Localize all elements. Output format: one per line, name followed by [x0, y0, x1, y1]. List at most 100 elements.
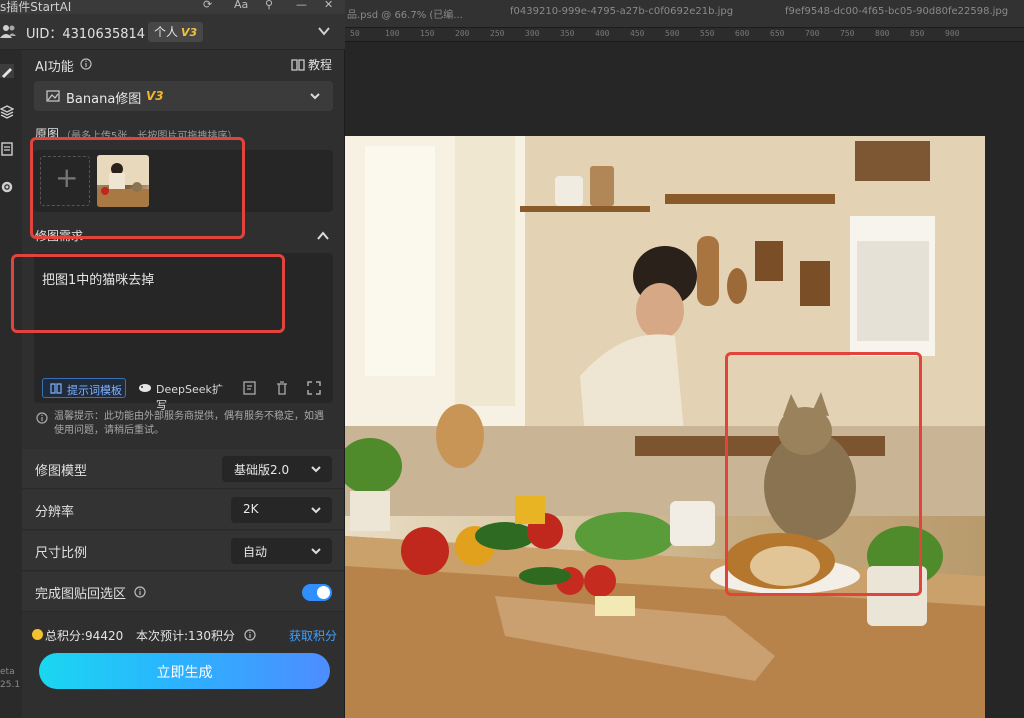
pin-icon[interactable]: ⚲: [265, 0, 273, 11]
points-total: 总积分:94420: [45, 629, 124, 643]
model-select[interactable]: 基础版2.0: [222, 456, 332, 482]
paste-back-toggle[interactable]: [302, 584, 332, 601]
chevron-down-icon: [311, 507, 321, 514]
points-bar: 总积分:94420 本次预计:130积分 获取积分: [22, 620, 344, 650]
get-points-link[interactable]: 获取积分: [289, 627, 337, 644]
request-label: 修图需求: [35, 229, 84, 243]
request-textarea[interactable]: 把图1中的猫咪去掉 提示词模板 DeepSeek扩写: [34, 253, 333, 412]
prompt-template-button[interactable]: 提示词模板: [42, 378, 126, 398]
plus-icon: +: [55, 161, 79, 194]
chevron-up-icon[interactable]: [317, 231, 329, 241]
edit-note-icon[interactable]: [242, 380, 258, 396]
image-icon: [46, 90, 60, 102]
resolution-label: 分辨率: [35, 505, 75, 520]
ruler-label: 150: [420, 29, 435, 38]
request-text: 把图1中的猫咪去掉: [42, 273, 155, 288]
ratio-select[interactable]: 自动: [231, 538, 332, 564]
sidebar: [0, 50, 22, 718]
trash-icon[interactable]: [274, 380, 290, 396]
ruler-label: 500: [665, 29, 680, 38]
book-icon: [291, 59, 305, 71]
ruler-label: 650: [770, 29, 785, 38]
panel-title: s插件StartAI: [0, 0, 72, 14]
version-line-1: eta: [0, 667, 15, 677]
function-name: Banana修图: [66, 92, 142, 107]
info-icon[interactable]: [134, 586, 146, 598]
add-image-button[interactable]: +: [40, 156, 90, 206]
plan-version: V3: [181, 26, 198, 39]
ruler-label: 400: [595, 29, 610, 38]
points-estimate: 本次预计:130积分: [136, 629, 235, 643]
tutorial-link[interactable]: 教程: [308, 56, 332, 73]
photoshop-workspace: 品.psd @ 66.7% (已编... f0439210-999e-4795-…: [345, 0, 1024, 718]
version-line-2: 25.1: [0, 680, 21, 690]
coin-icon: [32, 629, 43, 640]
notice-text: 温馨提示：此功能由外部服务商提供，偶有服务不稳定，如遇使用问题，请稍后重试。: [54, 411, 324, 436]
document-tabs: 品.psd @ 66.7% (已编... f0439210-999e-4795-…: [345, 0, 1024, 28]
template-book-icon: [50, 383, 62, 394]
ruler-label: 100: [385, 29, 400, 38]
info-icon: [36, 412, 48, 424]
ruler-label: 300: [525, 29, 540, 38]
images-label: 原图: [35, 127, 60, 141]
doc-tab-1[interactable]: 品.psd @ 66.7% (已编...: [347, 6, 463, 21]
doc-tab-2[interactable]: f0439210-999e-4795-a27b-c0f0692e21b.jpg: [510, 6, 733, 17]
chevron-down-icon: [311, 466, 321, 473]
resolution-row: 分辨率 2K: [22, 490, 344, 530]
plugin-panel: s插件StartAI ⟳ Aa ⚲ — ✕ UID：4310635814 个人 V…: [0, 0, 345, 718]
model-value: 基础版2.0: [234, 463, 290, 477]
ruler-label: 600: [735, 29, 750, 38]
chevron-down-icon: [310, 93, 320, 100]
font-size-icon[interactable]: Aa: [234, 0, 248, 11]
ruler: 50 100 150 200 250 300 350 400 450 500 5…: [345, 28, 1024, 42]
account-bar: UID：4310635814 个人 V3: [0, 14, 345, 50]
paste-back-label: 完成图贴回选区: [35, 587, 127, 602]
ratio-value: 自动: [243, 545, 268, 559]
generate-label: 立即生成: [156, 665, 213, 681]
brush-icon[interactable]: [0, 64, 14, 78]
expand-icon[interactable]: [306, 380, 322, 396]
ruler-label: 50: [350, 29, 360, 38]
deepseek-expand-button[interactable]: DeepSeek扩写: [136, 378, 228, 412]
model-row: 修图模型 基础版2.0: [22, 449, 344, 489]
generate-button[interactable]: 立即生成: [39, 653, 330, 689]
minimize-icon[interactable]: —: [296, 0, 307, 11]
gear-icon[interactable]: [0, 180, 14, 194]
ruler-label: 450: [630, 29, 645, 38]
document-icon[interactable]: [0, 142, 14, 156]
chevron-down-icon[interactable]: [317, 24, 331, 38]
close-icon[interactable]: ✕: [324, 0, 333, 11]
refresh-icon[interactable]: ⟳: [203, 0, 212, 11]
panel-titlebar: s插件StartAI ⟳ Aa ⚲ — ✕: [0, 0, 345, 14]
image-upload-area: +: [34, 150, 333, 212]
resolution-select[interactable]: 2K: [231, 497, 332, 523]
ruler-label: 750: [840, 29, 855, 38]
ratio-label: 尺寸比例: [35, 546, 88, 561]
ratio-row: 尺寸比例 自动: [22, 531, 344, 571]
ai-function-select[interactable]: Banana修图 V3: [34, 81, 333, 111]
model-label: 修图模型: [35, 464, 88, 479]
resolution-value: 2K: [243, 502, 259, 516]
document-canvas[interactable]: [345, 136, 985, 718]
ruler-label: 200: [455, 29, 470, 38]
chevron-down-icon: [311, 548, 321, 555]
function-version: V3: [146, 89, 164, 103]
uid-label: UID：4310635814: [26, 27, 146, 42]
thumbnail-picture: [97, 155, 149, 207]
info-icon[interactable]: [244, 629, 256, 641]
doc-tab-3[interactable]: f9ef9548-dc00-4f65-bc05-90d80fe22598.jpg: [785, 6, 1015, 17]
kitchen-photo: [345, 136, 985, 718]
ruler-label: 700: [805, 29, 820, 38]
layers-icon[interactable]: [0, 105, 14, 119]
ruler-label: 800: [875, 29, 890, 38]
ai-section-label: AI功能: [35, 60, 74, 75]
ruler-label: 350: [560, 29, 575, 38]
info-icon[interactable]: [80, 58, 92, 70]
ruler-label: 250: [490, 29, 505, 38]
plan-label: 个人: [154, 25, 179, 39]
image-thumbnail[interactable]: [97, 155, 149, 207]
plan-badge: 个人 V3: [148, 22, 204, 42]
paste-back-row: 完成图贴回选区: [22, 572, 344, 612]
deepseek-icon: [139, 384, 151, 392]
prompt-template-label: 提示词模板: [67, 384, 122, 397]
